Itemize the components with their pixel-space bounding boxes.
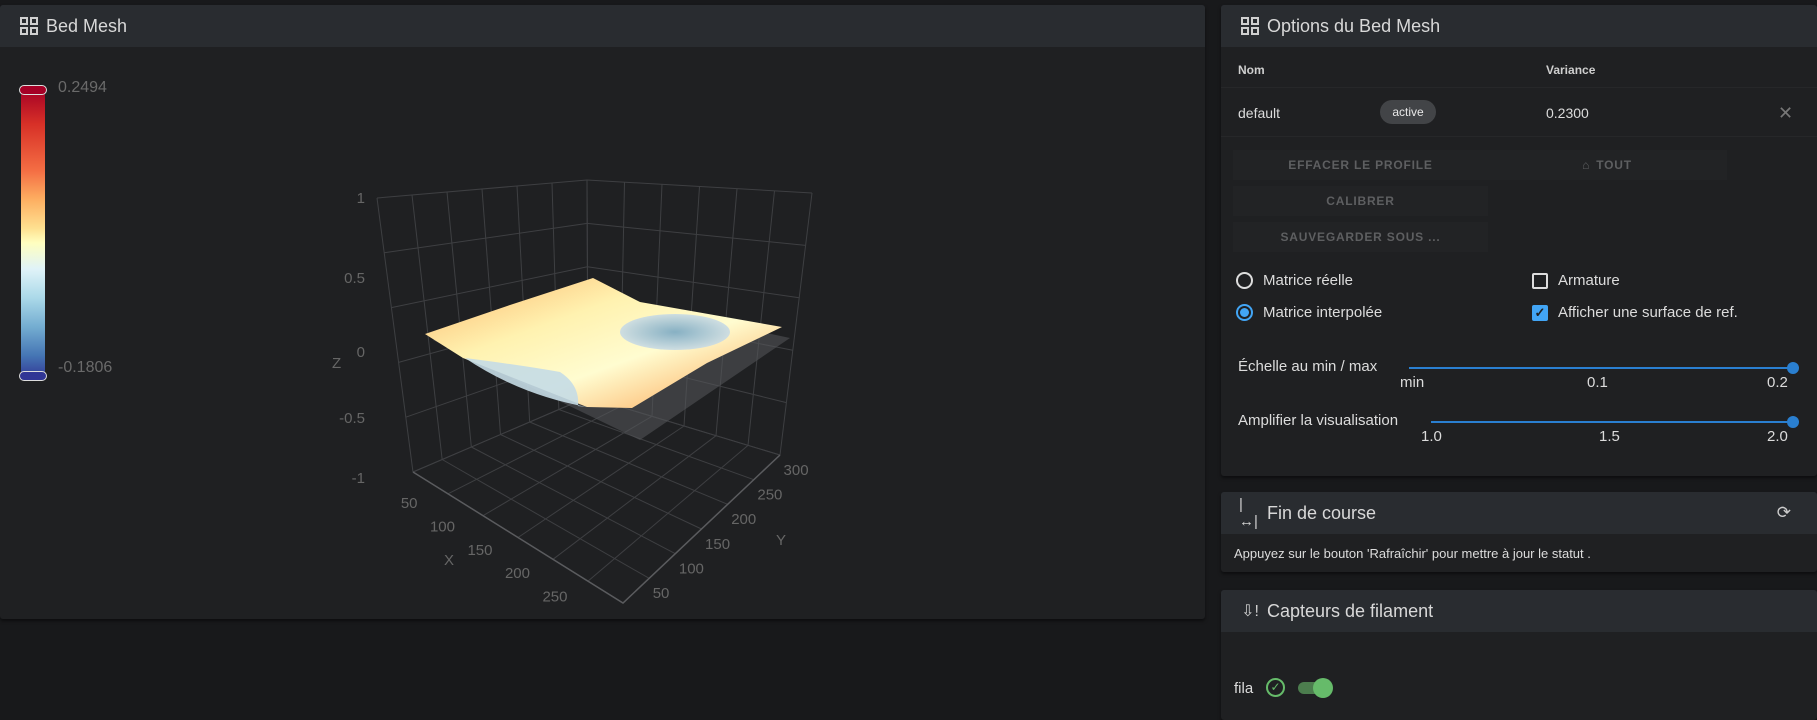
checkbox-unchecked-icon [1532,272,1548,289]
checkbox-wireframe-label: Armature [1558,272,1620,289]
scale-tick-min: min [1400,374,1425,391]
profile-row[interactable]: default active 0.2300 ✕ [1221,87,1817,137]
y-tick-label: 50 [653,585,670,602]
endstops-message: Appuyez sur le bouton 'Rafraîchir' pour … [1234,546,1591,561]
radio-interpolated-matrix[interactable]: Matrice interpolée [1236,304,1382,321]
home-all-label: TOUT [1596,158,1632,172]
options-panel: Options du Bed Mesh Nom Variance default… [1221,5,1817,476]
scale-tick-max: 0.2 [1767,374,1788,391]
y-tick-label: 150 [705,536,730,553]
checkbox-reference-label: Afficher une surface de ref. [1558,304,1738,321]
amplify-slider-label: Amplifier la visualisation [1238,412,1399,429]
z-tick-label: 0.5 [344,270,365,287]
clear-profile-button[interactable]: EFFACER LE PROFILE [1233,150,1488,180]
left-wall-gridline [376,197,414,473]
z-tick-label: 0 [357,344,365,361]
col-header-name: Nom [1238,63,1265,77]
z-tick-label: -0.5 [339,410,365,427]
x-tick-label: 250 [542,589,567,606]
z-tick-label: 1 [357,190,365,207]
filament-header: ⇩! Capteurs de filament [1221,590,1817,632]
home-all-button[interactable]: ⌂ TOUT [1487,150,1727,180]
x-axis-label: X [444,552,454,569]
checkbox-wireframe[interactable]: Armature [1532,272,1620,289]
toggle-thumb [1313,678,1333,698]
amplify-tick-mid: 1.5 [1599,428,1620,445]
left-wall-gridline [411,194,443,460]
checkbox-reference-surface[interactable]: ✓ Afficher une surface de ref. [1532,304,1738,321]
z-axis-label: Z [332,355,341,372]
z-tick-label: -1 [352,470,365,487]
endstops-header: |↔| Fin de course ⟳ [1221,492,1817,534]
x-tick-label: 100 [430,518,455,535]
y-tick-label: 100 [679,561,704,578]
arrow-expand-horizontal-icon: |↔| [1239,496,1258,530]
radio-interpolated-label: Matrice interpolée [1263,304,1383,321]
grid-icon [1239,15,1261,37]
x-tick-label: 200 [505,565,530,582]
mesh-3d-plot[interactable]: 10.50-0.5-1Z50100150200250X5010015020025… [0,0,1205,619]
scale-slider-label: Échelle au min / max [1238,358,1378,375]
profile-name: default [1238,105,1281,121]
endstops-panel: |↔| Fin de course ⟳ Appuyez sur le bouto… [1221,492,1817,572]
check-circle-icon: ✓ [1266,678,1285,697]
scale-slider-track[interactable] [1409,367,1793,369]
profile-active-badge: active [1380,100,1436,124]
scale-tick-mid: 0.1 [1587,374,1608,391]
delete-profile-icon[interactable]: ✕ [1778,103,1793,124]
axis-line [412,454,781,604]
endstops-title: Fin de course [1267,502,1377,523]
filament-sensor-icon: ⇩! [1241,603,1259,620]
right-wall-gridline [779,192,813,456]
x-tick-label: 150 [467,542,492,559]
x-tick-label: 50 [401,495,418,512]
amplify-slider-track[interactable] [1431,421,1793,423]
filament-sensor-name: fila [1234,680,1254,697]
checkbox-checked-icon: ✓ [1532,304,1548,321]
y-tick-label: 300 [784,462,809,479]
filament-title: Capteurs de filament [1267,600,1434,621]
amplify-tick-max: 2.0 [1767,428,1788,445]
y-axis-label: Y [776,532,786,549]
right-wall-gridline [747,190,775,446]
amplify-slider-thumb[interactable] [1787,416,1799,428]
radio-checked-icon [1236,304,1253,321]
col-header-variance: Variance [1546,63,1596,77]
home-icon: ⌂ [1582,158,1591,172]
options-title: Options du Bed Mesh [1267,15,1441,36]
mesh-low-region [620,314,730,350]
save-as-button[interactable]: SAUVEGARDER SOUS ... [1233,222,1488,252]
filament-panel: ⇩! Capteurs de filament fila ✓ [1221,590,1817,720]
refresh-icon[interactable]: ⟳ [1777,503,1791,523]
y-tick-label: 200 [731,511,756,528]
scale-slider-thumb[interactable] [1787,362,1799,374]
profile-variance: 0.2300 [1546,105,1589,121]
radio-unchecked-icon [1236,272,1253,289]
right-wall-gridline [715,188,738,436]
amplify-tick-min: 1.0 [1421,428,1442,445]
radio-real-matrix[interactable]: Matrice réelle [1236,272,1353,289]
options-header: Options du Bed Mesh [1221,5,1817,47]
calibrate-button[interactable]: CALIBRER [1233,186,1488,216]
radio-real-label: Matrice réelle [1263,272,1354,289]
y-tick-label: 250 [757,487,782,504]
filament-sensor-toggle[interactable] [1298,678,1333,698]
